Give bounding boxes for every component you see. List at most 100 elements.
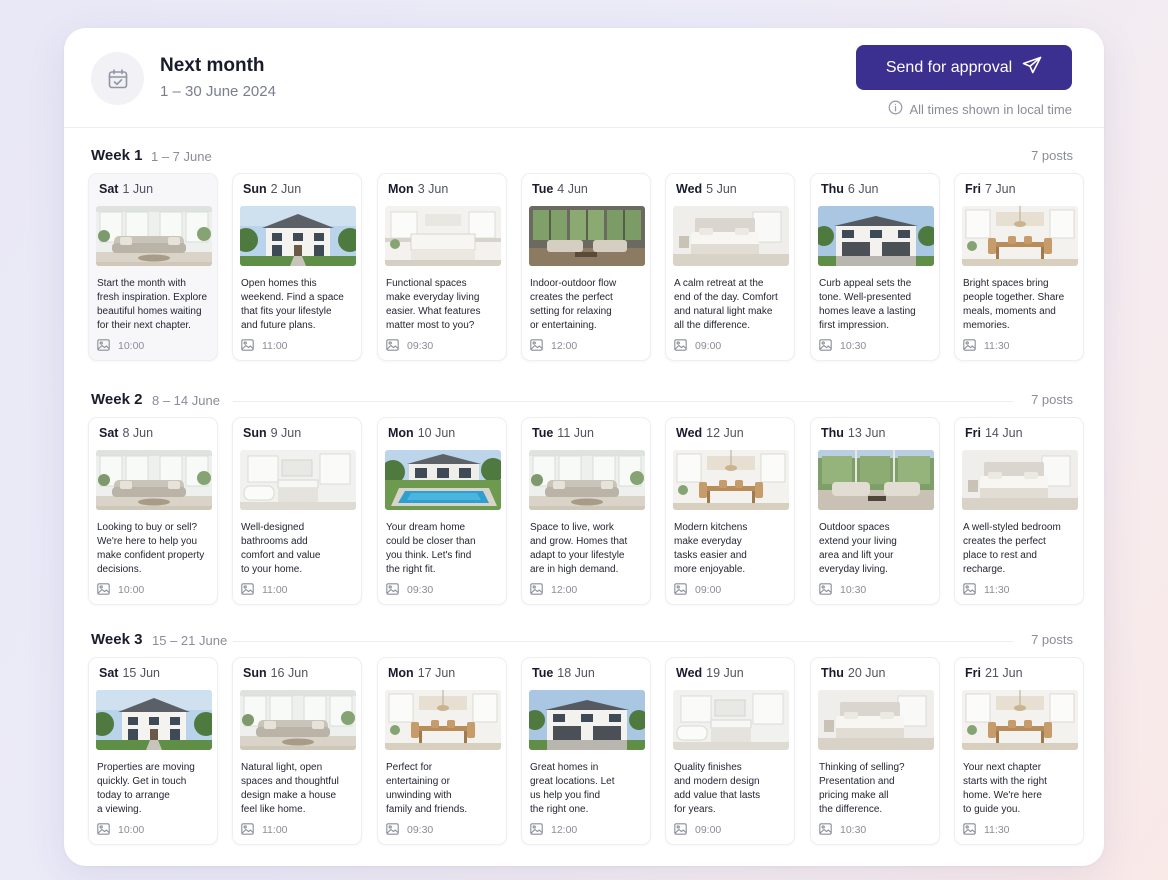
day-post-card[interactable]: Thu 20 Jun Thinking of selling? Presentati… [810,657,940,845]
caption-line: the right fit. [386,564,436,575]
day-title: Tue 4 Jun [532,182,588,196]
day-of-week: Mon [388,666,414,680]
post-image [240,690,356,750]
caption-line: setting for relaxing [530,306,612,317]
caption-line: matter most to you? [386,320,475,331]
day-post-card[interactable]: Tue 18 Jun Great homes in great locations.… [521,657,651,845]
send-for-approval-button[interactable]: Send for approval [856,45,1072,90]
post-caption: Functional spaces make everyday living eas… [386,277,504,333]
day-of-week: Thu [821,666,844,680]
image-icon [674,582,687,598]
post-time: 11:00 [262,340,288,352]
post-image [529,690,645,750]
day-post-card[interactable]: Mon 3 Jun Functional spaces make everyday … [377,173,507,361]
week-range: 15 – 21 June [152,633,228,648]
image-icon [386,338,399,354]
post-meta: 10:00 [97,338,144,353]
caption-line: all the difference. [674,320,750,331]
day-post-card[interactable]: Sun 2 Jun Open homes this weekend. Find a … [232,173,362,361]
day-post-card[interactable]: Tue 4 Jun Indoor-outdoor flow creates the … [521,173,651,361]
post-caption: Thinking of selling? Presentation and pric… [819,761,937,817]
day-post-card[interactable]: Sat 1 Jun Start the month with fresh inspi… [88,173,218,361]
post-time: 11:00 [262,584,288,596]
day-title: Fri 14 Jun [965,426,1023,440]
post-caption: Your dream home could be closer than you t… [386,521,504,577]
caption-line: design make a house [241,790,337,801]
day-post-card[interactable]: Wed 5 Jun A calm retreat at the end of the… [665,173,795,361]
post-meta: 11:30 [963,822,1010,837]
caption-line: fresh inspiration. Explore [97,292,208,303]
day-post-card[interactable]: Fri 21 Jun Your next chapter starts with t… [954,657,1084,845]
post-caption: Indoor-outdoor flow creates the perfect se… [530,277,648,333]
day-post-card[interactable]: Sat 8 Jun Looking to buy or sell? We're he… [88,417,218,605]
week-divider [233,401,1013,402]
caption-line: home. We're here [963,790,1042,801]
post-meta: 10:30 [819,582,867,597]
day-post-card[interactable]: Sat 15 Jun Properties are moving quickly. … [88,657,218,845]
post-caption: Modern kitchens make everyday tasks easier… [674,521,792,577]
day-post-card[interactable]: Fri 7 Jun Bright spaces bring people toget… [954,173,1084,361]
post-time: 10:00 [118,824,145,836]
image-icon [674,338,687,354]
day-post-card[interactable]: Thu 13 Jun Outdoor spaces extend your livi… [810,417,940,605]
caption-line: place to rest and [963,550,1037,561]
post-meta: 09:30 [386,582,434,597]
day-date: 19 Jun [706,666,744,680]
calendar-icon [91,52,144,105]
caption-line: first impression. [819,320,890,331]
day-post-card[interactable]: Mon 17 Jun Perfect for entertaining or unwi… [377,657,507,845]
caption-line: Start the month with [97,278,186,289]
caption-line: family and friends. [386,804,468,815]
day-post-card[interactable]: Fri 14 Jun A well-styled bedroom creates t… [954,417,1084,605]
day-of-week: Sun [243,666,267,680]
caption-line: and future plans. [241,320,316,331]
caption-line: the difference. [819,804,883,815]
send-icon [1022,56,1042,79]
day-post-card[interactable]: Tue 11 Jun Space to live, work and grow. H… [521,417,651,605]
post-time: 10:30 [840,584,867,596]
day-date: 14 Jun [984,426,1023,440]
caption-line: recharge. [963,564,1006,575]
post-time: 10:30 [840,340,867,352]
post-meta: 12:00 [530,338,577,354]
day-post-card[interactable]: Thu 6 Jun Curb appeal sets the tone. Well-… [810,173,940,361]
day-post-card[interactable]: Mon 10 Jun Your dream home could be closer… [377,417,507,605]
day-title: Sat 1 Jun [99,182,153,196]
day-of-week: Mon [388,426,414,440]
day-post-card[interactable]: Sun 16 Jun Natural light, open spaces and … [232,657,362,845]
caption-line: a viewing. [97,804,142,815]
caption-line: pricing make all [819,790,889,801]
post-caption: Looking to buy or sell? We're here to hel… [97,521,215,577]
caption-line: A well-styled bedroom [963,522,1061,533]
caption-line: Open homes this [241,278,317,289]
week-post-count: 7 posts [1031,148,1073,163]
day-date: 21 Jun [984,666,1023,680]
post-image [818,690,934,750]
day-post-card[interactable]: Wed 19 Jun Quality finishes and modern des… [665,657,795,845]
post-caption: Great homes in great locations. Let us hel… [530,761,648,817]
caption-line: great locations. Let [530,776,615,787]
post-caption: Natural light, open spaces and thoughtful… [241,761,359,817]
post-image [529,450,645,510]
caption-line: and modern design [674,776,760,787]
week-divider [233,641,1013,642]
caption-line: creates the perfect [530,292,613,303]
post-meta: 10:00 [97,822,145,837]
post-meta: 12:00 [530,582,577,597]
day-date: 2 Jun [270,182,302,196]
day-post-card[interactable]: Wed 12 Jun Modern kitchens make everyday ta… [665,417,795,605]
post-time: 10:30 [840,824,867,836]
day-of-week: Tue [532,182,554,196]
day-title: Tue 11 Jun [532,426,594,440]
day-post-card[interactable]: Sun 9 Jun Well-designed bathrooms add comfo… [232,417,362,605]
day-of-week: Tue [532,666,554,680]
post-time: 09:30 [407,584,434,596]
caption-line: Your next chapter [963,762,1042,773]
day-of-week: Wed [676,182,703,196]
caption-line: us help you find [530,790,601,801]
image-icon [530,338,543,354]
image-icon [530,822,543,838]
day-of-week: Sun [243,426,267,440]
caption-line: add value that lasts [674,790,761,801]
week-days: Sat 1 Jun Start the month with fresh inspi… [88,173,1084,363]
